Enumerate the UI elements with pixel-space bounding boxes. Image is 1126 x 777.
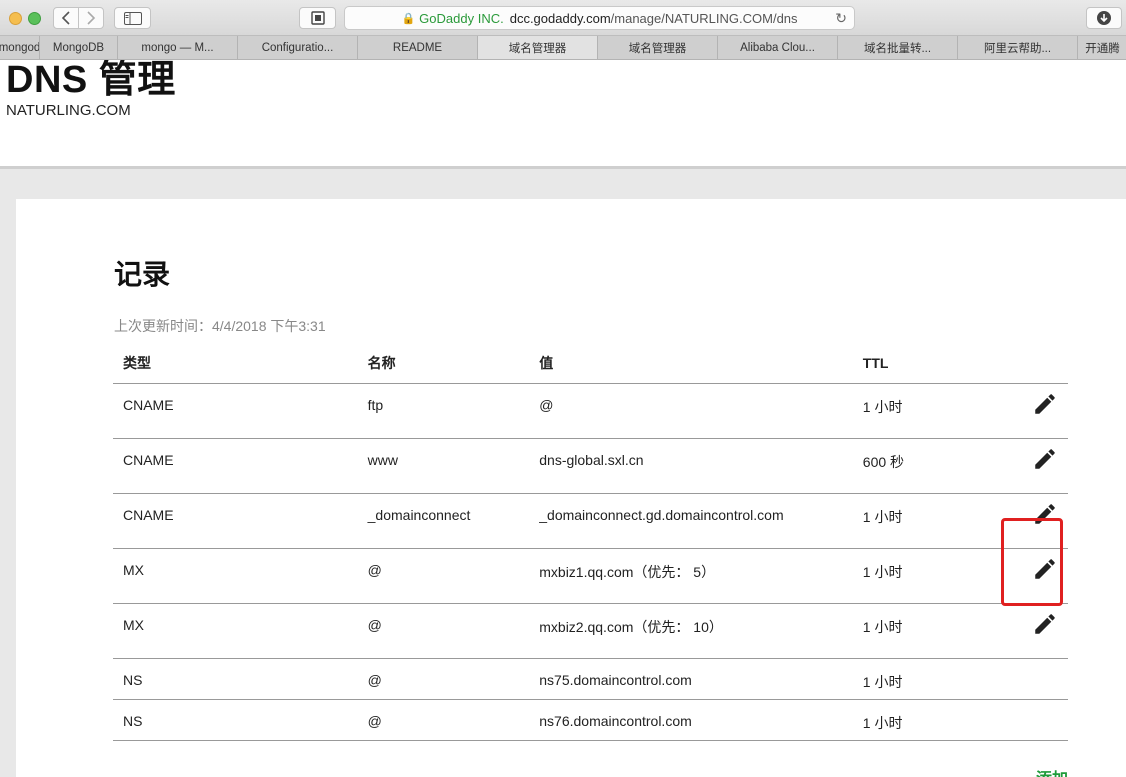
lock-icon: 🔒 bbox=[401, 12, 416, 25]
records-heading: 记录 bbox=[114, 259, 171, 290]
record-type-cell: CNAME bbox=[113, 493, 358, 549]
record-type-cell: MX bbox=[113, 603, 358, 659]
record-ttl-cell: 1 小时 bbox=[852, 548, 1002, 604]
record-actions-cell bbox=[1001, 438, 1068, 494]
table-row: MX @ mxbiz1.qq.com（优先： 5） 1 小时 bbox=[113, 548, 1068, 604]
table-header-row: 类型 名称 值 TTL bbox=[113, 343, 1068, 384]
forward-button[interactable] bbox=[78, 7, 104, 29]
url-organization: GoDaddy INC. bbox=[419, 10, 504, 26]
record-name-cell: @ bbox=[357, 658, 530, 700]
record-type-cell: NS bbox=[113, 658, 358, 700]
browser-tab[interactable]: MongoDB bbox=[40, 36, 118, 59]
browser-tab[interactable]: mongod bbox=[0, 36, 40, 59]
table-row: CNAME www dns-global.sxl.cn 600 秒 bbox=[113, 438, 1068, 494]
column-header-ttl: TTL bbox=[852, 343, 1002, 384]
pencil-icon[interactable] bbox=[1032, 556, 1058, 582]
table-row: NS @ ns76.domaincontrol.com 1 小时 bbox=[113, 699, 1068, 741]
record-actions-cell bbox=[1001, 383, 1068, 439]
record-value-cell: dns-global.sxl.cn bbox=[529, 438, 853, 494]
record-actions-cell bbox=[1001, 493, 1068, 549]
record-value-cell: ns76.domaincontrol.com bbox=[529, 699, 853, 741]
record-name-cell: @ bbox=[357, 548, 530, 604]
add-record-link[interactable]: 添加 bbox=[1036, 765, 1068, 777]
zoom-window-button[interactable] bbox=[28, 12, 41, 25]
record-type-cell: NS bbox=[113, 699, 358, 741]
record-name-cell: @ bbox=[357, 603, 530, 659]
record-type-cell: MX bbox=[113, 548, 358, 604]
browser-tab[interactable]: README bbox=[358, 36, 478, 59]
browser-tab[interactable]: Configuratio... bbox=[238, 36, 358, 59]
record-name-cell: @ bbox=[357, 699, 530, 741]
chevron-right-icon bbox=[87, 11, 96, 25]
record-value-cell: mxbiz2.qq.com（优先： 10） bbox=[529, 603, 853, 659]
address-bar[interactable]: 🔒 GoDaddy INC. dcc.godaddy.com/manage/NA… bbox=[344, 6, 855, 30]
record-value-cell: mxbiz1.qq.com（优先： 5） bbox=[529, 548, 853, 604]
record-ttl-cell: 1 小时 bbox=[852, 658, 1002, 700]
tab-bar: mongod MongoDB mongo — M... Configuratio...… bbox=[0, 36, 1126, 60]
record-value-cell: @ bbox=[529, 383, 853, 439]
column-header-value: 值 bbox=[529, 343, 853, 384]
record-type-cell: CNAME bbox=[113, 438, 358, 494]
show-sidebar-button[interactable] bbox=[114, 7, 151, 29]
browser-tab[interactable]: 域名管理器 bbox=[478, 36, 598, 59]
record-value-cell: ns75.domaincontrol.com bbox=[529, 658, 853, 700]
browser-tab[interactable]: Alibaba Clou... bbox=[718, 36, 838, 59]
browser-toolbar: 🔒 GoDaddy INC. dcc.godaddy.com/manage/NA… bbox=[0, 0, 1126, 36]
record-name-cell: _domainconnect bbox=[357, 493, 530, 549]
pencil-icon[interactable] bbox=[1032, 391, 1058, 417]
sidebar-icon bbox=[123, 11, 142, 25]
browser-tab[interactable]: 域名管理器 bbox=[598, 36, 718, 59]
records-card: 记录 上次更新时间：4/4/2018 下午3:31 类型 名称 值 TTL CN… bbox=[16, 199, 1126, 777]
record-ttl-cell: 1 小时 bbox=[852, 493, 1002, 549]
browser-tab[interactable]: 域名批量转... bbox=[838, 36, 958, 59]
domain-name: NATURLING.COM bbox=[6, 102, 131, 119]
reader-view-button[interactable] bbox=[299, 7, 336, 29]
minimize-window-button[interactable] bbox=[9, 12, 22, 25]
download-icon bbox=[1097, 11, 1111, 25]
browser-tab[interactable]: 开通腾 bbox=[1078, 36, 1126, 59]
reload-icon[interactable]: ↻ bbox=[835, 10, 847, 27]
page-title: DNS 管理 bbox=[6, 60, 176, 101]
column-header-type: 类型 bbox=[113, 343, 358, 384]
table-row: MX @ mxbiz2.qq.com（优先： 10） 1 小时 bbox=[113, 603, 1068, 659]
pencil-icon[interactable] bbox=[1032, 501, 1058, 527]
record-actions-cell bbox=[1001, 548, 1068, 604]
table-row: NS @ ns75.domaincontrol.com 1 小时 bbox=[113, 658, 1068, 700]
record-value-cell: _domainconnect.gd.domaincontrol.com bbox=[529, 493, 853, 549]
page-content: DNS 管理 NATURLING.COM 记录 上次更新时间：4/4/2018 … bbox=[0, 60, 1126, 777]
dns-records-table: 类型 名称 值 TTL CNAME ftp @1 小时 CNAME www dns-glo… bbox=[113, 343, 1068, 741]
record-actions-cell bbox=[1001, 603, 1068, 659]
url-host: dcc.godaddy.com bbox=[509, 10, 611, 26]
record-name-cell: ftp bbox=[357, 383, 530, 439]
record-type-cell: CNAME bbox=[113, 383, 358, 439]
column-header-name: 名称 bbox=[357, 343, 530, 384]
browser-tab[interactable]: mongo — M... bbox=[118, 36, 238, 59]
content-background: 记录 上次更新时间：4/4/2018 下午3:31 类型 名称 值 TTL CN… bbox=[0, 166, 1126, 777]
record-actions-cell bbox=[1001, 699, 1068, 741]
last-updated-text: 上次更新时间：4/4/2018 下午3:31 bbox=[114, 318, 326, 334]
record-ttl-cell: 600 秒 bbox=[852, 438, 1002, 494]
column-header-actions bbox=[1001, 343, 1068, 384]
record-ttl-cell: 1 小时 bbox=[852, 699, 1002, 741]
record-actions-cell bbox=[1001, 658, 1068, 700]
record-name-cell: www bbox=[357, 438, 530, 494]
chevron-left-icon bbox=[61, 11, 70, 25]
reader-icon bbox=[310, 11, 325, 25]
table-row: CNAME _domainconnect _domainconnect.gd.dom… bbox=[113, 493, 1068, 549]
pencil-icon[interactable] bbox=[1032, 611, 1058, 637]
downloads-button[interactable] bbox=[1086, 7, 1122, 29]
table-row: CNAME ftp @1 小时 bbox=[113, 383, 1068, 439]
record-ttl-cell: 1 小时 bbox=[852, 383, 1002, 439]
back-button[interactable] bbox=[53, 7, 79, 29]
browser-tab[interactable]: 阿里云帮助... bbox=[958, 36, 1078, 59]
url-path: /manage/NATURLING.COM/dns bbox=[610, 10, 798, 26]
pencil-icon[interactable] bbox=[1032, 446, 1058, 472]
record-ttl-cell: 1 小时 bbox=[852, 603, 1002, 659]
